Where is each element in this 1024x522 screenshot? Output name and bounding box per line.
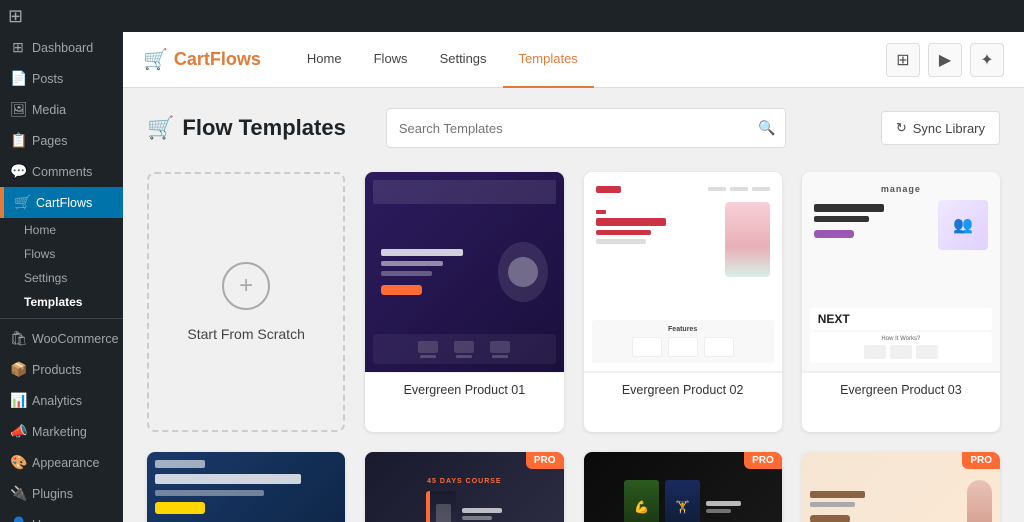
template-card-eg2[interactable]: Features Evergreen Product 02 [584, 172, 782, 432]
tab-templates[interactable]: Templates [503, 32, 594, 88]
template-card-eg3[interactable]: manage 👥 [802, 172, 1000, 432]
sidebar-item-comments[interactable]: 💬 Comments [0, 156, 123, 187]
brand-name: CartFlows [174, 49, 261, 70]
template-grid: + Start From Scratch [147, 172, 1000, 432]
nav-icon-grid[interactable]: ⊞ [886, 43, 920, 77]
plugins-icon: 🔌 [10, 485, 26, 502]
scratch-card[interactable]: + Start From Scratch [147, 172, 345, 432]
search-bar: 🔍 [386, 108, 786, 148]
sidebar-item-marketing[interactable]: 📣 Marketing [0, 416, 123, 447]
pro-badge-b4: PRO [962, 452, 1000, 469]
page-title: Flow Templates [182, 115, 345, 141]
template-label-eg3: Evergreen Product 03 [802, 372, 1000, 407]
tab-settings[interactable]: Settings [424, 32, 503, 88]
template-card-eg1[interactable]: Evergreen Product 01 [365, 172, 563, 432]
template-label-eg1: Evergreen Product 01 [365, 372, 563, 407]
template-grid-row2: PRO 45 DAYS COURSE PRO 💪 [147, 452, 1000, 522]
pro-badge-b3: PRO [744, 452, 782, 469]
products-icon: 📦 [10, 361, 26, 378]
media-icon: 🖼 [10, 101, 26, 118]
wp-logo-icon: ⊞ [8, 6, 23, 27]
main-content: 🛒 CartFlows Home Flows Settings Template… [123, 0, 1024, 522]
sidebar-item-media[interactable]: 🖼 Media [0, 94, 123, 125]
scratch-label: Start From Scratch [187, 326, 304, 342]
page-title-icon: 🛒 [147, 115, 174, 141]
pro-badge-b2: PRO [526, 452, 564, 469]
sync-icon: ↻ [896, 120, 907, 136]
marketing-icon: 📣 [10, 423, 26, 440]
appearance-icon: 🎨 [10, 454, 26, 471]
search-icon: 🔍 [758, 120, 775, 137]
sidebar-sub-settings[interactable]: Settings [0, 266, 123, 290]
template-thumb-b1 [147, 452, 345, 522]
comments-icon: 💬 [10, 163, 26, 180]
sidebar-sub-home[interactable]: Home [0, 218, 123, 242]
template-card-b4[interactable]: PRO [802, 452, 1000, 522]
template-card-b1[interactable] [147, 452, 345, 522]
scratch-plus-icon: + [222, 262, 270, 310]
sidebar-item-pages[interactable]: 📋 Pages [0, 125, 123, 156]
posts-icon: 📄 [10, 70, 26, 87]
sidebar-item-posts[interactable]: 📄 Posts [0, 63, 123, 94]
sidebar-item-users[interactable]: 👤 Users [0, 509, 123, 522]
template-card-b2[interactable]: PRO 45 DAYS COURSE [365, 452, 563, 522]
page-header: 🛒 Flow Templates 🔍 ↻ Sync Library [147, 108, 1000, 148]
sidebar-item-plugins[interactable]: 🔌 Plugins [0, 478, 123, 509]
template-card-b3[interactable]: PRO 💪 🏋 [584, 452, 782, 522]
top-nav: 🛒 CartFlows Home Flows Settings Template… [123, 32, 1024, 88]
sidebar-sub-flows[interactable]: Flows [0, 242, 123, 266]
sidebar: ⊞ Dashboard 📄 Posts 🖼 Media 📋 Pages 💬 Co… [0, 0, 123, 522]
tab-home[interactable]: Home [291, 32, 358, 88]
pages-icon: 📋 [10, 132, 26, 149]
sidebar-item-analytics[interactable]: 📊 Analytics [0, 385, 123, 416]
template-thumb-eg3: manage 👥 [802, 172, 1000, 372]
nav-icons: ⊞ ▶ ✦ [886, 43, 1004, 77]
search-input[interactable] [386, 108, 786, 148]
sidebar-item-dashboard[interactable]: ⊞ Dashboard [0, 32, 123, 63]
page-title-wrap: 🛒 Flow Templates [147, 115, 346, 141]
template-label-eg2: Evergreen Product 02 [584, 372, 782, 407]
nav-tabs: Home Flows Settings Templates [291, 32, 886, 88]
sidebar-item-cartflows[interactable]: 🛒 CartFlows [0, 187, 123, 218]
sidebar-item-products[interactable]: 📦 Products [0, 354, 123, 385]
sidebar-item-woocommerce[interactable]: 🛍 WooCommerce [0, 323, 123, 354]
sidebar-sub-templates[interactable]: Templates [0, 290, 123, 314]
cartflows-icon: 🛒 [14, 194, 30, 211]
analytics-icon: 📊 [10, 392, 26, 409]
template-thumb-eg2: Features [584, 172, 782, 372]
template-thumb-eg1 [365, 172, 563, 372]
tab-flows[interactable]: Flows [358, 32, 424, 88]
nav-icon-star[interactable]: ✦ [970, 43, 1004, 77]
sidebar-item-appearance[interactable]: 🎨 Appearance [0, 447, 123, 478]
nav-icon-video[interactable]: ▶ [928, 43, 962, 77]
woocommerce-icon: 🛍 [10, 330, 26, 347]
brand: 🛒 CartFlows [143, 47, 261, 72]
users-icon: 👤 [10, 516, 26, 522]
page-content: 🛒 Flow Templates 🔍 ↻ Sync Library + Star… [123, 88, 1024, 522]
cartflows-brand-icon: 🛒 [143, 47, 168, 72]
dashboard-icon: ⊞ [10, 39, 26, 56]
sync-library-button[interactable]: ↻ Sync Library [881, 111, 1000, 145]
